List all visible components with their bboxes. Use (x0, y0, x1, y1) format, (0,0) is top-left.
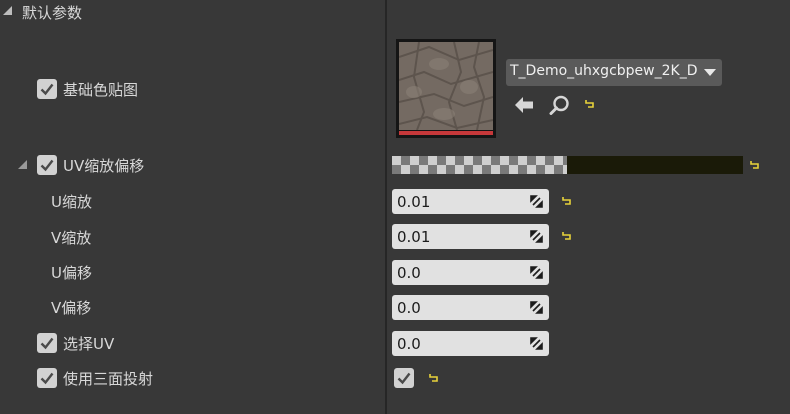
use-selected-arrow-icon[interactable] (514, 96, 534, 114)
v-scale-value: 0.01 (397, 228, 431, 246)
checkmark-icon (397, 372, 411, 385)
texture-asset-name: T_Demo_uhxgcbpew_2K_D (510, 63, 698, 79)
uv-scale-offset-label: UV缩放偏移 (63, 157, 145, 175)
stone-texture-image (399, 42, 493, 130)
v-offset-input[interactable]: 0.0 (392, 295, 549, 320)
select-uv-checkbox[interactable] (37, 333, 57, 353)
drag-handle-icon[interactable] (530, 337, 543, 350)
section-title: 默认参数 (22, 4, 83, 22)
reset-to-default-icon[interactable] (584, 98, 596, 110)
select-uv-input[interactable]: 0.0 (392, 331, 549, 356)
checkmark-icon (40, 337, 54, 350)
checkmark-icon (40, 83, 54, 96)
uv-scale-offset-checkbox[interactable] (37, 155, 57, 175)
use-triplanar-checkbox[interactable] (37, 368, 57, 388)
u-offset-value: 0.0 (397, 264, 421, 282)
checkmark-icon (40, 372, 54, 385)
v-offset-value: 0.0 (397, 299, 421, 317)
color-swatch[interactable] (567, 156, 743, 174)
collapse-triangle-icon[interactable] (3, 6, 12, 15)
color-alpha-checker[interactable] (392, 156, 567, 174)
use-triplanar-value-checkbox[interactable] (394, 368, 414, 388)
v-scale-input[interactable]: 0.01 (392, 224, 549, 249)
u-scale-value: 0.01 (397, 193, 431, 211)
drag-handle-icon[interactable] (530, 195, 543, 208)
v-offset-label: V偏移 (51, 299, 92, 317)
texture-asset-dropdown[interactable]: T_Demo_uhxgcbpew_2K_D (506, 59, 722, 86)
checkmark-icon (40, 159, 54, 172)
select-uv-value: 0.0 (397, 335, 421, 353)
texture-thumbnail[interactable] (396, 39, 496, 138)
u-scale-label: U缩放 (51, 193, 92, 211)
column-divider[interactable] (385, 0, 387, 414)
drag-handle-icon[interactable] (530, 266, 543, 279)
expand-triangle-icon[interactable] (18, 160, 27, 169)
base-color-texture-label: 基础色贴图 (63, 81, 139, 99)
browse-magnifier-icon[interactable] (549, 95, 571, 115)
base-color-texture-checkbox[interactable] (37, 79, 57, 99)
select-uv-label: 选择UV (63, 335, 115, 353)
use-triplanar-label: 使用三面投射 (63, 370, 154, 388)
u-offset-label: U偏移 (51, 264, 92, 282)
drag-handle-icon[interactable] (530, 230, 543, 243)
chevron-down-icon (704, 69, 716, 76)
reset-to-default-icon[interactable] (428, 372, 440, 384)
u-scale-input[interactable]: 0.01 (392, 189, 549, 214)
drag-handle-icon[interactable] (530, 301, 543, 314)
reset-to-default-icon[interactable] (749, 159, 761, 171)
reset-to-default-icon[interactable] (561, 230, 573, 242)
v-scale-label: V缩放 (51, 229, 92, 247)
u-offset-input[interactable]: 0.0 (392, 260, 549, 285)
reset-to-default-icon[interactable] (561, 195, 573, 207)
texture-type-bar (399, 131, 493, 135)
